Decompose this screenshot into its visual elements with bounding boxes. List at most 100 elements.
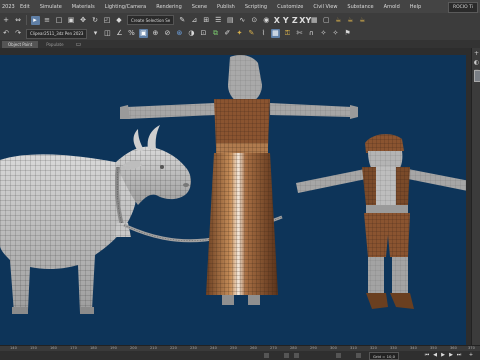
command-panel: + ◐ ≡ (471, 48, 480, 348)
menu-lighting-camera[interactable]: Lighting/Camera (99, 4, 151, 10)
isolate-icon[interactable] (284, 353, 289, 358)
viewcube-icon[interactable] (474, 70, 480, 82)
coord-icon[interactable] (336, 353, 341, 358)
previous-frame-icon[interactable]: ◀ (432, 352, 438, 358)
menu-simulate[interactable]: Simulate (34, 4, 66, 10)
timeline-tick: 220 (170, 346, 177, 350)
render-setup-icon[interactable]: ▦ (310, 16, 319, 25)
tab-populate[interactable]: Populate (40, 41, 69, 48)
timeline-tick: 200 (130, 346, 137, 350)
timeline-tick: 230 (190, 346, 197, 350)
layer-explorer-icon[interactable]: ☰ (214, 16, 223, 25)
rotate-icon[interactable]: ↻ (91, 16, 100, 25)
render-iterative-icon[interactable]: ☕ (346, 16, 355, 25)
key-icon[interactable]: ⚿ (283, 29, 292, 38)
menu-materials[interactable]: Materials (66, 4, 99, 10)
view-dropdown[interactable]: Clipear2511_3dz Pen 2023 (26, 28, 88, 39)
menu-edit[interactable]: Edit (14, 4, 34, 10)
percent-snap-icon[interactable]: % (127, 29, 136, 38)
mirror-icon[interactable]: ⊿ (190, 16, 199, 25)
menu-bar: 2023 Edit Simulate Materials Lighting/Ca… (0, 0, 480, 13)
go-to-start-icon[interactable]: ⏮ (424, 352, 430, 358)
axis-y-button[interactable]: Y (281, 16, 290, 25)
modify-icon[interactable]: ◐ (473, 59, 480, 66)
object-paint-icon[interactable]: ✐ (223, 29, 232, 38)
brush-icon[interactable]: ✎ (247, 29, 256, 38)
axis-z-button[interactable]: Z (290, 16, 299, 25)
tool-c-icon[interactable]: ⚑ (343, 29, 352, 38)
axis-x-button[interactable]: X (272, 16, 281, 25)
redo-icon[interactable]: ↷ (14, 29, 23, 38)
lock-icon[interactable] (264, 353, 269, 358)
child-model[interactable] (296, 134, 466, 309)
viewport-layout-icon[interactable]: ⊛ (175, 29, 184, 38)
menu-rendering[interactable]: Rendering (150, 4, 186, 10)
magnet-icon[interactable]: ∩ (307, 29, 316, 38)
menu-customize[interactable]: Customize (271, 4, 307, 10)
angle-snap-icon[interactable]: ∠ (115, 29, 124, 38)
selection-icon[interactable]: ⧉ (211, 29, 220, 38)
schematic-view-icon[interactable]: ⊙ (250, 16, 259, 25)
workspace-selector[interactable]: ROCIO Ti (448, 2, 478, 13)
timeline-tick: 330 (390, 346, 397, 350)
tool-b-icon[interactable]: ✧ (331, 29, 340, 38)
curve-editor-icon[interactable]: ∿ (238, 16, 247, 25)
menu-civil-view[interactable]: Civil View (307, 4, 341, 10)
dropdown-arrow-icon[interactable]: ▾ (91, 29, 100, 38)
move-icon[interactable]: ✥ (79, 16, 88, 25)
selection-lock-icon[interactable] (294, 353, 299, 358)
unlink-icon[interactable]: ⇔ (14, 16, 23, 25)
graphite-icon[interactable]: ◑ (187, 29, 196, 38)
rendered-frame-icon[interactable]: ▢ (322, 16, 331, 25)
paint-icon[interactable]: ✄ (295, 29, 304, 38)
select-by-name-icon[interactable]: ≡ (43, 16, 52, 25)
timeline-tick: 190 (110, 346, 117, 350)
axis-xy-button[interactable]: XY (299, 16, 311, 25)
menu-arnold[interactable]: Arnold (378, 4, 404, 10)
spinner-snap-icon[interactable]: ▣ (138, 29, 148, 38)
undo-icon[interactable]: ↶ (2, 29, 11, 38)
named-selection-icon[interactable]: ⊕ (151, 29, 160, 38)
tool-a-icon[interactable]: ✧ (319, 29, 328, 38)
add-key-icon[interactable]: + (468, 352, 474, 358)
populate-icon[interactable]: ✦ (235, 29, 244, 38)
align-icon[interactable]: ⊞ (202, 16, 211, 25)
render-production-icon[interactable]: ☕ (334, 16, 343, 25)
edit-named-selection-icon[interactable]: ✎ (178, 16, 187, 25)
timeline-tick: 170 (70, 346, 77, 350)
menu-help[interactable]: Help (404, 4, 425, 10)
material-editor-icon[interactable]: ◉ (262, 16, 271, 25)
window-crossing-icon[interactable]: ▣ (67, 16, 76, 25)
menu-publish[interactable]: Publish (211, 4, 239, 10)
menu-scripting[interactable]: Scripting (239, 4, 271, 10)
timeline-tick: 260 (250, 346, 257, 350)
absolute-mode-icon[interactable] (356, 353, 361, 358)
selection-set-dropdown[interactable]: Create Selection Se (127, 15, 175, 25)
menu-scene[interactable]: Scene (186, 4, 211, 10)
go-to-end-icon[interactable]: ⏭ (456, 352, 462, 358)
grid-readout: Grid = 10,0 (369, 352, 400, 360)
rect-select-icon[interactable]: □ (55, 16, 64, 25)
next-frame-icon[interactable]: ▶ (448, 352, 454, 358)
tab-object-paint[interactable]: Object Paint (2, 40, 39, 48)
snap-toggle-icon[interactable]: ◫ (103, 29, 112, 38)
menu-substance[interactable]: Substance (341, 4, 377, 10)
create-icon[interactable]: + (473, 50, 480, 57)
grid-icon[interactable]: ▦ (270, 29, 280, 38)
timeline-tick: 320 (370, 346, 377, 350)
freeform-icon[interactable]: ⊡ (199, 29, 208, 38)
play-icon[interactable]: ▶ (440, 352, 446, 358)
teapot-icon[interactable]: ☕ (358, 16, 367, 25)
scene-explorer-icon[interactable]: ▤ (226, 16, 235, 25)
scale-icon[interactable]: ◰ (103, 16, 112, 25)
select-object-icon[interactable]: ▸ (30, 15, 40, 25)
manage-layers-icon[interactable]: ⊘ (163, 29, 172, 38)
timeline-tick: 350 (430, 346, 437, 350)
ribbon-options-icon[interactable]: ▭ (76, 41, 82, 48)
timeline-tick: 150 (30, 346, 37, 350)
deform-icon[interactable]: ⌇ (259, 29, 268, 38)
select-link-icon[interactable]: + (2, 16, 11, 25)
timeline-tick: 370 (468, 346, 475, 350)
perspective-viewport[interactable] (0, 55, 466, 345)
place-icon[interactable]: ◆ (115, 16, 124, 25)
